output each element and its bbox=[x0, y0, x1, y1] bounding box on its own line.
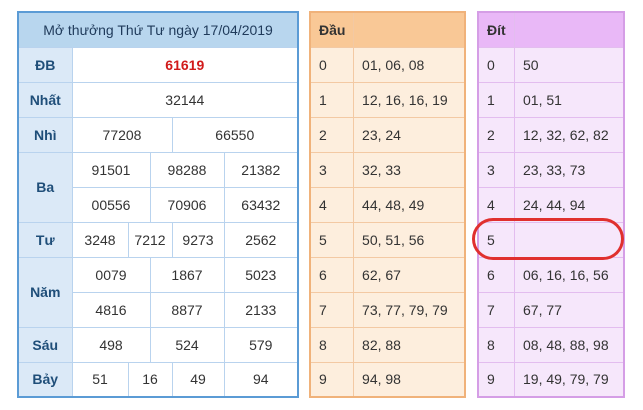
results-table: Mở thưởng Thứ Tư ngày 17/04/2019 ĐB 6161… bbox=[17, 11, 300, 398]
dit-key: 2 bbox=[477, 116, 515, 153]
dau-key: 9 bbox=[309, 361, 355, 398]
dau-value: 50, 51, 56 bbox=[353, 221, 466, 258]
prize-value-ba-3: 21382 bbox=[223, 151, 299, 188]
prize-value-bay-1: 51 bbox=[71, 361, 129, 398]
prize-value-tu-2: 7212 bbox=[127, 221, 173, 258]
dau-key: 1 bbox=[309, 81, 355, 118]
prize-value-bay-3: 49 bbox=[171, 361, 225, 398]
prize-label-nhat: Nhất bbox=[17, 81, 73, 118]
dit-key: 4 bbox=[477, 186, 515, 223]
prize-value-sau-1: 498 bbox=[71, 326, 151, 363]
dit-key: 0 bbox=[477, 46, 515, 83]
dau-table: Đầu 0 01, 06, 08 1 12, 16, 16, 19 2 23, 24 … bbox=[309, 11, 466, 398]
prize-label-db: ĐB bbox=[17, 46, 73, 83]
dit-value: 24, 44, 94 bbox=[514, 186, 625, 223]
dit-key: 9 bbox=[477, 361, 515, 398]
dit-value: 23, 33, 73 bbox=[514, 151, 625, 188]
dau-value: 32, 33 bbox=[353, 151, 466, 188]
dit-value: 08, 48, 88, 98 bbox=[514, 326, 625, 363]
dit-key: 3 bbox=[477, 151, 515, 188]
prize-value-bay-4: 94 bbox=[223, 361, 299, 398]
prize-value-nhat: 32144 bbox=[71, 81, 299, 118]
prize-value-nam-4: 4816 bbox=[71, 291, 151, 328]
prize-value-bay-2: 16 bbox=[127, 361, 173, 398]
results-title: Mở thưởng Thứ Tư ngày 17/04/2019 bbox=[17, 11, 299, 48]
dau-key: 7 bbox=[309, 291, 355, 328]
prize-value-sau-2: 524 bbox=[149, 326, 225, 363]
prize-value-ba-5: 70906 bbox=[149, 186, 225, 223]
prize-label-bay: Bảy bbox=[17, 361, 73, 398]
prize-value-nam-5: 8877 bbox=[149, 291, 225, 328]
dit-header-empty bbox=[514, 11, 625, 48]
dit-value: 06, 16, 16, 56 bbox=[514, 256, 625, 293]
dit-value: 12, 32, 62, 82 bbox=[514, 116, 625, 153]
prize-value-nhi-1: 77208 bbox=[71, 116, 173, 153]
dit-header: Đít bbox=[477, 11, 515, 48]
prize-value-nhi-2: 66550 bbox=[171, 116, 299, 153]
prize-value-sau-3: 579 bbox=[223, 326, 299, 363]
prize-value-ba-6: 63432 bbox=[223, 186, 299, 223]
prize-value-tu-1: 3248 bbox=[71, 221, 129, 258]
prize-value-nam-6: 2133 bbox=[223, 291, 299, 328]
dau-key: 6 bbox=[309, 256, 355, 293]
dau-key: 3 bbox=[309, 151, 355, 188]
dit-key: 8 bbox=[477, 326, 515, 363]
prize-value-tu-4: 2562 bbox=[223, 221, 299, 258]
dau-value: 01, 06, 08 bbox=[353, 46, 466, 83]
dau-value: 82, 88 bbox=[353, 326, 466, 363]
dit-key: 7 bbox=[477, 291, 515, 328]
prize-value-ba-4: 00556 bbox=[71, 186, 151, 223]
prize-value-ba-1: 91501 bbox=[71, 151, 151, 188]
dit-key: 1 bbox=[477, 81, 515, 118]
dau-value: 62, 67 bbox=[353, 256, 466, 293]
dit-key: 6 bbox=[477, 256, 515, 293]
dau-value: 44, 48, 49 bbox=[353, 186, 466, 223]
dit-value: 50 bbox=[514, 46, 625, 83]
dau-key: 5 bbox=[309, 221, 355, 258]
prize-value-nam-1: 0079 bbox=[71, 256, 151, 293]
prize-value-nam-3: 5023 bbox=[223, 256, 299, 293]
prize-label-ba: Ba bbox=[17, 151, 73, 223]
dau-value: 73, 77, 79, 79 bbox=[353, 291, 466, 328]
dau-value: 12, 16, 16, 19 bbox=[353, 81, 466, 118]
dit-value: 19, 49, 79, 79 bbox=[514, 361, 625, 398]
prize-label-nam: Năm bbox=[17, 256, 73, 328]
dau-value: 23, 24 bbox=[353, 116, 466, 153]
dau-header: Đầu bbox=[309, 11, 355, 48]
prize-value-db: 61619 bbox=[71, 46, 299, 83]
prize-value-nam-2: 1867 bbox=[149, 256, 225, 293]
dau-key: 4 bbox=[309, 186, 355, 223]
dau-value: 94, 98 bbox=[353, 361, 466, 398]
prize-label-tu: Tư bbox=[17, 221, 73, 258]
dau-key: 2 bbox=[309, 116, 355, 153]
prize-label-nhi: Nhì bbox=[17, 116, 73, 153]
dau-header-empty bbox=[353, 11, 466, 48]
prize-label-sau: Sáu bbox=[17, 326, 73, 363]
red-circle-annotation bbox=[472, 218, 624, 260]
dau-key: 0 bbox=[309, 46, 355, 83]
dit-value: 01, 51 bbox=[514, 81, 625, 118]
prize-value-tu-3: 9273 bbox=[171, 221, 225, 258]
dit-table: Đít 0 50 1 01, 51 2 12, 32, 62, 82 3 23, 33,… bbox=[477, 11, 625, 398]
dit-value: 67, 77 bbox=[514, 291, 625, 328]
prize-value-ba-2: 98288 bbox=[149, 151, 225, 188]
dau-key: 8 bbox=[309, 326, 355, 363]
